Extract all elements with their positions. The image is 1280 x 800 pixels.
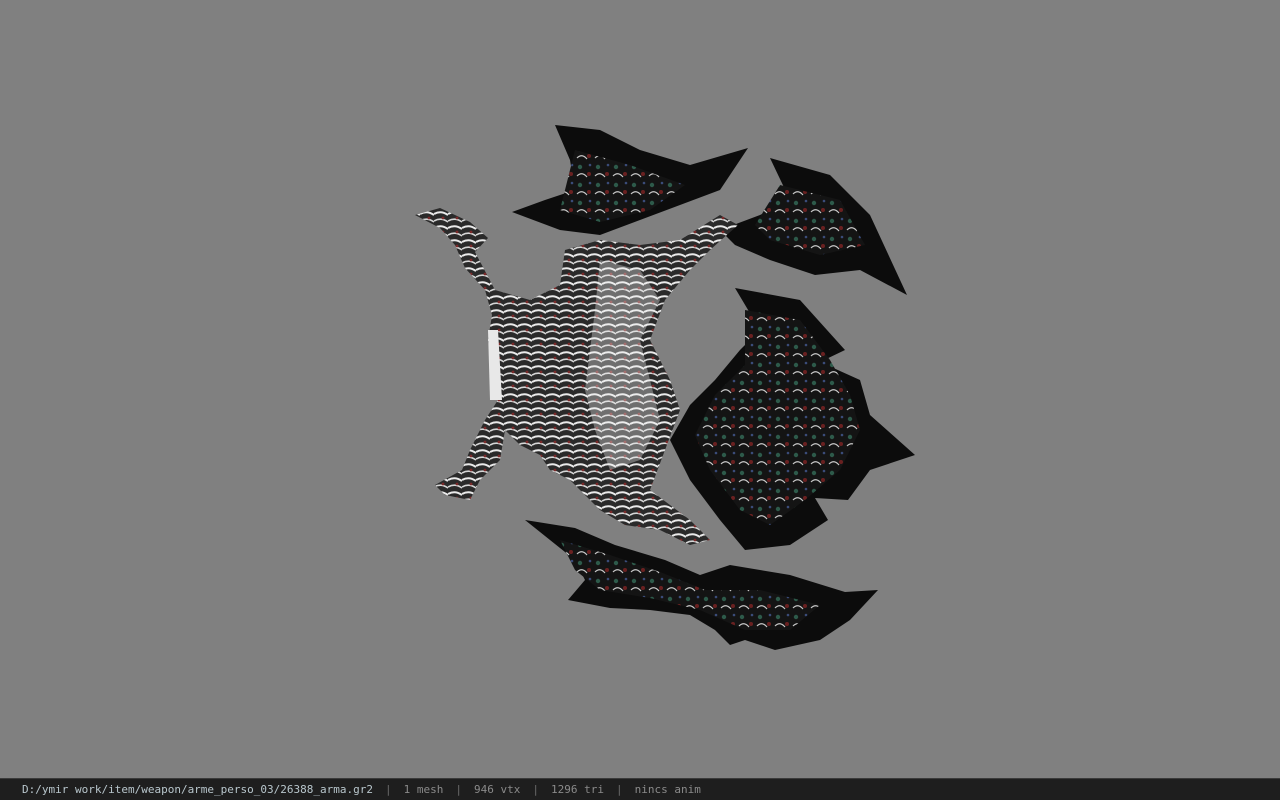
status-bar: D:/ymir work/item/weapon/arme_perso_03/2… bbox=[0, 778, 1280, 800]
separator: | bbox=[455, 783, 462, 796]
separator: | bbox=[385, 783, 392, 796]
separator: | bbox=[532, 783, 539, 796]
separator: | bbox=[615, 783, 623, 796]
weapon-mesh-icon bbox=[415, 125, 915, 650]
file-path: D:/ymir work/item/weapon/arme_perso_03/2… bbox=[22, 783, 373, 796]
blade-middle bbox=[670, 288, 915, 550]
3d-viewport[interactable] bbox=[0, 0, 1280, 778]
mesh-count: 1 mesh bbox=[403, 783, 444, 796]
animation-status: nincs anim bbox=[634, 783, 701, 796]
triangle-count: 1296 tri bbox=[550, 783, 604, 796]
vertex-count: 946 vtx bbox=[474, 783, 521, 796]
weapon-core bbox=[415, 208, 738, 545]
